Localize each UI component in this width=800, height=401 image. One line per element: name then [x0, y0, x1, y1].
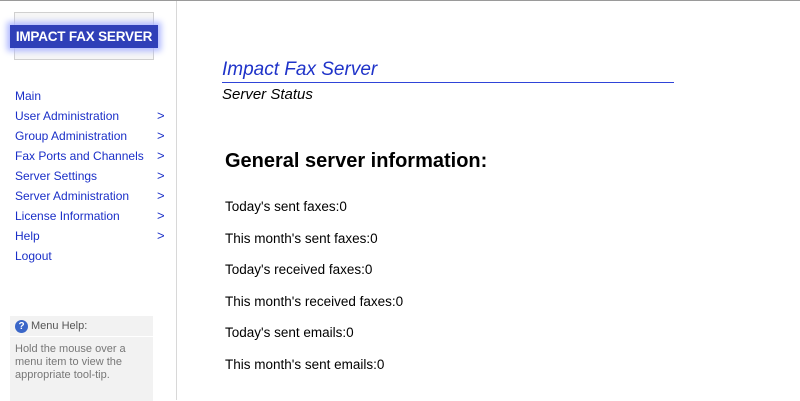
sidebar-item-label: Help [15, 229, 40, 243]
menu-help-text: Hold the mouse over a menu item to view … [15, 343, 126, 381]
stat-month-received-faxes: This month's received faxes:0 [225, 293, 404, 309]
sidebar-item-label: Server Settings [15, 169, 98, 183]
section-title: General server information: [225, 150, 488, 172]
chevron-right-icon: > [157, 168, 165, 183]
sidebar-item-label: License Information [15, 209, 120, 223]
stat-month-sent-faxes: This month's sent faxes:0 [225, 230, 378, 246]
sidebar-item-server-settings[interactable]: Server Settings > [0, 166, 176, 186]
sidebar-item-fax-ports-and-channels[interactable]: Fax Ports and Channels > [0, 146, 176, 166]
logo: IMPACT FAX SERVER [9, 24, 159, 48]
sidebar-item-label: Fax Ports and Channels [15, 149, 144, 163]
chevron-right-icon: > [157, 108, 165, 123]
logo-container: IMPACT FAX SERVER [9, 12, 159, 60]
sidebar-item-logout[interactable]: Logout [0, 246, 176, 266]
sidebar-item-license-information[interactable]: License Information > [0, 206, 176, 226]
sidebar-item-help[interactable]: Help > [0, 226, 176, 246]
stat-today-received-faxes: Today's received faxes:0 [225, 262, 373, 278]
chevron-right-icon: > [157, 148, 165, 163]
nav-menu: Main User Administration > Group Adminis… [0, 86, 176, 266]
sidebar-item-label: Group Administration [15, 129, 128, 143]
sidebar-item-group-administration[interactable]: Group Administration > [0, 126, 176, 146]
sidebar-item-label: Logout [15, 249, 52, 263]
page-subtitle: Server Status [222, 86, 313, 103]
stat-today-sent-faxes: Today's sent faxes:0 [225, 199, 347, 214]
stat-today-sent-emails: Today's sent emails:0 [225, 325, 354, 341]
app-title: Impact Fax Server [222, 59, 674, 83]
sidebar-item-label: User Administration [15, 109, 120, 123]
help-icon: ? [15, 319, 28, 333]
chevron-right-icon: > [157, 188, 165, 203]
chevron-right-icon: > [157, 228, 165, 243]
chevron-right-icon: > [157, 128, 165, 143]
sidebar-item-main[interactable]: Main [0, 86, 176, 106]
menu-help-panel: ? Menu Help: Hold the mouse over a menu i… [10, 316, 153, 401]
server-stats-list: Today's sent faxes:0 This month's sent f… [225, 198, 403, 388]
main-content: Impact Fax Server Server Status General … [177, 1, 800, 400]
sidebar-item-label: Main [15, 89, 42, 103]
sidebar: IMPACT FAX SERVER Main User Administrati… [0, 1, 177, 401]
sidebar-item-user-administration[interactable]: User Administration > [0, 106, 176, 126]
menu-help-header: ? Menu Help: [10, 316, 153, 337]
sidebar-item-label: Server Administration [15, 189, 130, 203]
sidebar-item-server-administration[interactable]: Server Administration > [0, 186, 176, 206]
chevron-right-icon: > [157, 208, 165, 223]
menu-help-title: Menu Help: [31, 320, 88, 332]
stat-month-sent-emails: This month's sent emails:0 [225, 356, 385, 372]
